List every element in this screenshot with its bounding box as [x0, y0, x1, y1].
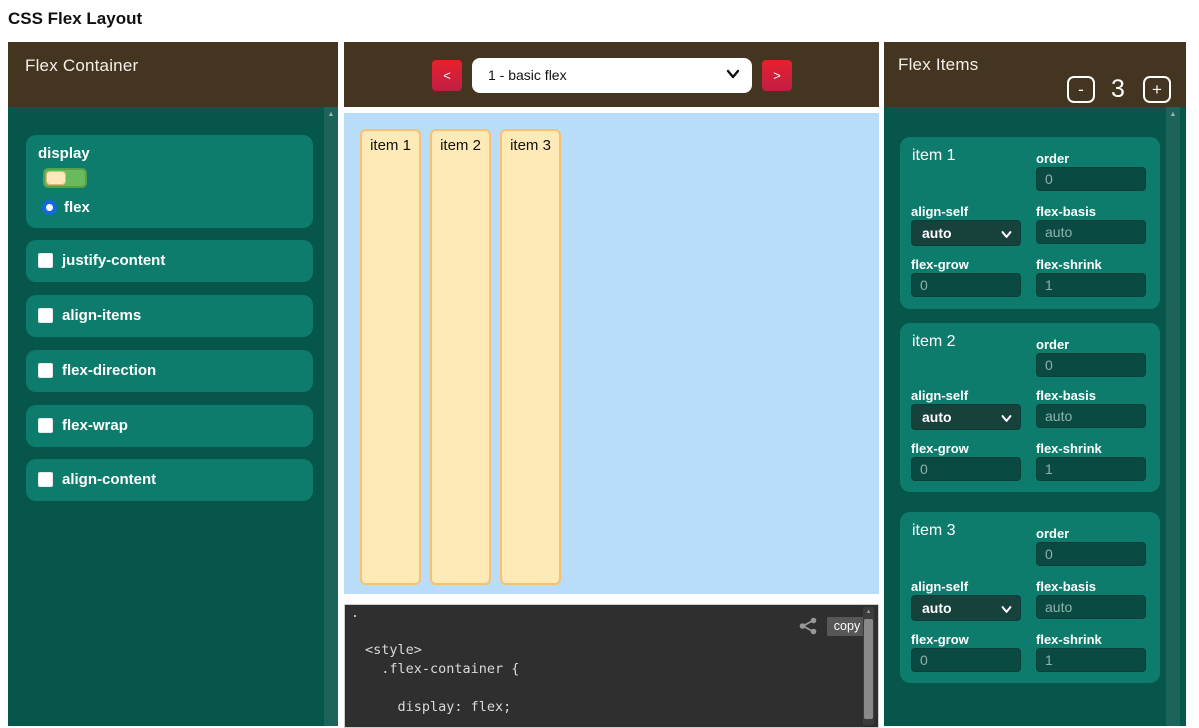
display-flex-radio[interactable] [42, 200, 57, 215]
item-2-card: item 2 order align-self auto flex-basis … [900, 323, 1160, 492]
align-self-label: align-self [911, 579, 968, 594]
display-label: display [38, 145, 90, 162]
align-content-checkbox[interactable] [38, 472, 53, 487]
order-label: order [1036, 526, 1069, 541]
order-label: order [1036, 151, 1069, 166]
align-items-label: align-items [62, 307, 141, 324]
flex-items-header: Flex Items - 3 + [884, 42, 1186, 107]
justify-content-checkbox[interactable] [38, 253, 53, 268]
display-toggle[interactable] [43, 168, 87, 188]
item-2-order-input[interactable] [1036, 353, 1146, 377]
item-3-align-self-select[interactable]: auto [911, 595, 1021, 621]
add-item-button[interactable]: + [1143, 76, 1171, 103]
item-1-title: item 1 [912, 147, 956, 165]
item-2-align-self-value: auto [922, 409, 952, 425]
example-select[interactable]: 1 - basic flex [472, 58, 752, 93]
flex-grow-label: flex-grow [911, 632, 969, 647]
remove-item-button[interactable]: - [1067, 76, 1095, 103]
flex-items-body: ▲ item 1 order align-self auto flex-basi… [884, 107, 1186, 726]
item-3-order-input[interactable] [1036, 542, 1146, 566]
item-2-title: item 2 [912, 333, 956, 351]
property-card-flex-wrap[interactable]: flex-wrap [26, 405, 313, 447]
flex-items-panel: Flex Items - 3 + ▲ item 1 order align-se… [884, 42, 1186, 726]
code-scrollbar[interactable]: ▲ [863, 607, 874, 725]
item-2-align-self-select[interactable]: auto [911, 404, 1021, 430]
flex-preview-container: item 1 item 2 item 3 [344, 113, 879, 594]
share-icon[interactable] [797, 615, 819, 637]
flex-container-panel: Flex Container ▲ display flex justify-co… [8, 42, 338, 726]
flex-basis-label: flex-basis [1036, 579, 1096, 594]
flex-wrap-checkbox[interactable] [38, 418, 53, 433]
item-3-card: item 3 order align-self auto flex-basis … [900, 512, 1160, 683]
property-card-justify-content[interactable]: justify-content [26, 240, 313, 282]
preview-item-1: item 1 [360, 129, 421, 585]
flex-direction-label: flex-direction [62, 362, 156, 379]
flex-grow-label: flex-grow [911, 441, 969, 456]
property-card-align-items[interactable]: align-items [26, 295, 313, 337]
chevron-down-icon [1001, 229, 1012, 240]
align-self-label: align-self [911, 204, 968, 219]
flex-basis-label: flex-basis [1036, 388, 1096, 403]
flex-basis-label: flex-basis [1036, 204, 1096, 219]
item-1-card: item 1 order align-self auto flex-basis … [900, 137, 1160, 309]
example-nav-header: < 1 - basic flex > [344, 42, 879, 107]
code-panel: . <style> .flex-container { display: fle… [344, 604, 879, 728]
page-title: CSS Flex Layout [8, 9, 142, 29]
item-1-flex-shrink-input[interactable] [1036, 273, 1146, 297]
item-3-flex-shrink-input[interactable] [1036, 648, 1146, 672]
flex-shrink-label: flex-shrink [1036, 632, 1102, 647]
item-1-order-input[interactable] [1036, 167, 1146, 191]
example-select-value: 1 - basic flex [488, 67, 567, 83]
item-count: 3 [1103, 75, 1133, 104]
order-label: order [1036, 337, 1069, 352]
align-self-label: align-self [911, 388, 968, 403]
item-2-flex-grow-input[interactable] [911, 457, 1021, 481]
item-1-align-self-value: auto [922, 225, 952, 241]
scroll-up-icon[interactable]: ▲ [863, 609, 874, 615]
align-items-checkbox[interactable] [38, 308, 53, 323]
item-3-title: item 3 [912, 522, 956, 540]
code-scroll-thumb[interactable] [864, 619, 873, 719]
item-1-flex-grow-input[interactable] [911, 273, 1021, 297]
flex-container-title: Flex Container [25, 56, 138, 76]
flex-shrink-label: flex-shrink [1036, 257, 1102, 272]
flex-items-title: Flex Items [898, 55, 978, 75]
flex-grow-label: flex-grow [911, 257, 969, 272]
item-2-flex-basis-input[interactable] [1036, 404, 1146, 428]
toggle-knob-icon [46, 171, 66, 185]
preview-item-3: item 3 [500, 129, 561, 585]
property-card-flex-direction[interactable]: flex-direction [26, 350, 313, 392]
item-3-align-self-value: auto [922, 600, 952, 616]
align-content-label: align-content [62, 471, 156, 488]
item-2-flex-shrink-input[interactable] [1036, 457, 1146, 481]
scroll-up-icon[interactable]: ▲ [1166, 111, 1180, 118]
justify-content-label: justify-content [62, 252, 165, 269]
item-3-flex-basis-input[interactable] [1036, 595, 1146, 619]
chevron-down-icon [1001, 604, 1012, 615]
prev-example-button[interactable]: < [432, 60, 462, 91]
code-text: <style> .flex-container { display: flex; [365, 641, 519, 717]
next-example-button[interactable]: > [762, 60, 792, 91]
chevron-down-icon [726, 67, 740, 81]
right-panel-scrollbar[interactable]: ▲ [1166, 107, 1180, 726]
chevron-down-icon [1001, 413, 1012, 424]
flex-wrap-label: flex-wrap [62, 417, 128, 434]
left-panel-scrollbar[interactable]: ▲ [324, 107, 338, 726]
item-1-align-self-select[interactable]: auto [911, 220, 1021, 246]
copy-button[interactable]: copy [827, 617, 867, 636]
item-1-flex-basis-input[interactable] [1036, 220, 1146, 244]
item-3-flex-grow-input[interactable] [911, 648, 1021, 672]
preview-item-2: item 2 [430, 129, 491, 585]
flex-shrink-label: flex-shrink [1036, 441, 1102, 456]
code-dot: . [351, 606, 359, 621]
display-flex-radio-label: flex [64, 199, 90, 216]
flex-container-body: ▲ display flex justify-content align-ite… [8, 107, 338, 726]
scroll-up-icon[interactable]: ▲ [324, 111, 338, 118]
flex-direction-checkbox[interactable] [38, 363, 53, 378]
property-card-align-content[interactable]: align-content [26, 459, 313, 501]
flex-container-header: Flex Container [8, 42, 338, 107]
display-card: display flex [26, 135, 313, 228]
